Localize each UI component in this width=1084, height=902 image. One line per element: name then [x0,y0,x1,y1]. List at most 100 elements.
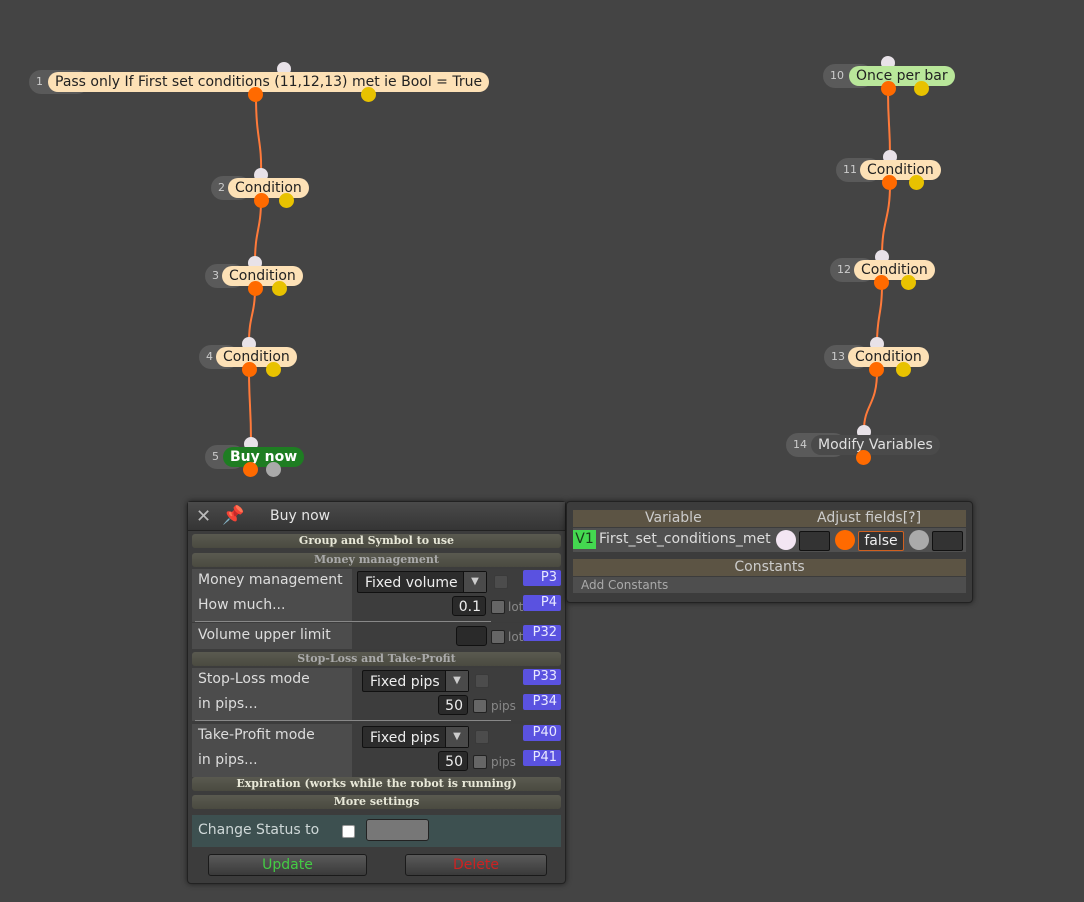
variable-value-field[interactable]: false [858,531,904,551]
wire-12-13 [876,283,883,344]
node-2[interactable]: 2 Condition [211,168,311,208]
stop-loss-mode-select[interactable]: Fixed pips ▼ [362,670,469,692]
node-label: Condition [860,160,941,180]
variable-in-field[interactable] [799,531,830,551]
wire-1-2 [255,95,263,175]
stop-loss-group: Stop-Loss mode Fixed pips ▼ P33 in pips.… [192,668,561,721]
delete-button[interactable]: Delete [405,854,547,876]
wire-11-12 [881,183,891,257]
output-port[interactable] [882,175,897,190]
chevron-down-icon: ▼ [463,572,486,592]
node-5[interactable]: 5 Buy now [205,437,305,477]
alt-output-port[interactable] [266,362,281,377]
column-adjust-fields[interactable]: Adjust fields[?] [817,510,921,527]
output-port[interactable] [242,362,257,377]
section-money-management[interactable]: Money management [192,553,561,567]
variable-alt-port[interactable] [909,530,929,550]
section-group-symbol[interactable]: Group and Symbol to use [192,534,561,548]
chevron-down-icon: ▼ [445,727,468,747]
variable-out-port[interactable] [835,530,855,550]
variable-name[interactable]: First_set_conditions_met [599,530,771,549]
node-label: Pass only If First set conditions (11,12… [48,72,490,92]
node-label: Once per bar [849,66,955,86]
stop-loss-mode-label: Stop-Loss mode [198,671,310,687]
divider [195,720,511,721]
stop-loss-mode-checkbox[interactable] [475,674,489,688]
volume-upper-row: Volume upper limit lots P32 [192,623,561,649]
output-port[interactable] [248,87,263,102]
pin-icon[interactable]: 📌 [222,505,244,526]
close-icon[interactable]: ✕ [196,506,211,527]
output-port[interactable] [874,275,889,290]
sl-pips-input[interactable]: 50 [438,695,468,715]
node-13[interactable]: 13 Condition [824,337,934,377]
variable-row: V1 First_set_conditions_met false [573,528,966,552]
tp-pips-label: in pips... [198,752,258,768]
node-14[interactable]: 14 Modify Variables [786,425,946,465]
tp-pips-checkbox[interactable] [473,755,487,769]
take-profit-mode-checkbox[interactable] [475,730,489,744]
variables-header: Variable Adjust fields[?] [573,510,966,527]
tp-pips-input[interactable]: 50 [438,751,468,771]
node-label: Condition [854,260,935,280]
param-tag: P3 [523,570,561,586]
take-profit-mode-label: Take-Profit mode [198,727,315,743]
wire-10-11 [887,89,891,157]
change-status-input[interactable] [366,819,429,841]
alt-output-port[interactable] [272,281,287,296]
volume-upper-checkbox[interactable] [491,630,505,644]
alt-output-port[interactable] [361,87,376,102]
divider [195,621,491,622]
variable-in-port[interactable] [776,530,796,550]
param-tag: P41 [523,750,561,766]
change-status-checkbox[interactable] [342,825,355,838]
param-tag: P4 [523,595,561,611]
alt-output-port[interactable] [901,275,916,290]
alt-output-port[interactable] [266,462,281,477]
output-port[interactable] [243,462,258,477]
sl-pips-label: in pips... [198,696,258,712]
take-profit-mode-select[interactable]: Fixed pips ▼ [362,726,469,748]
panel-title-bar[interactable]: ✕ 📌 Buy now [188,502,565,531]
unit-label: pips [491,699,516,713]
alt-output-port[interactable] [914,81,929,96]
output-port[interactable] [869,362,884,377]
alt-output-port[interactable] [279,193,294,208]
alt-output-port[interactable] [909,175,924,190]
volume-upper-input[interactable] [456,626,487,646]
node-10[interactable]: 10 Once per bar [823,56,958,96]
money-management-checkbox[interactable] [494,575,508,589]
section-expiration[interactable]: Expiration (works while the robot is run… [192,777,561,791]
wire-4-5 [248,369,252,444]
add-constants-button[interactable]: Add Constants [573,577,966,593]
param-tag: P40 [523,725,561,741]
update-button[interactable]: Update [208,854,367,876]
node-4[interactable]: 4 Condition [199,337,299,377]
node-12[interactable]: 12 Condition [830,250,940,290]
variable-tag: V1 [573,530,596,549]
unit-label: pips [491,755,516,769]
variable-alt-field[interactable] [932,531,963,551]
output-port[interactable] [248,281,263,296]
how-much-checkbox[interactable] [491,600,505,614]
change-status-row: Change Status to [192,815,561,847]
sl-pips-checkbox[interactable] [473,699,487,713]
output-port[interactable] [254,193,269,208]
wire-2-3 [254,199,262,263]
alt-output-port[interactable] [896,362,911,377]
block-properties-panel: ✕ 📌 Buy now Group and Symbol to use Mone… [187,501,566,884]
section-stoploss-takeprofit[interactable]: Stop-Loss and Take-Profit [192,652,561,666]
how-much-input[interactable]: 0.1 [452,596,486,616]
node-label: Condition [216,347,297,367]
panel-title: Buy now [270,508,331,524]
money-management-select[interactable]: Fixed volume ▼ [357,571,487,593]
output-port[interactable] [881,81,896,96]
column-variable: Variable [645,510,702,526]
node-11[interactable]: 11 Condition [836,150,946,190]
chevron-down-icon: ▼ [445,671,468,691]
section-more-settings[interactable]: More settings [192,795,561,809]
output-port[interactable] [856,450,871,465]
node-label: Condition [848,347,929,367]
node-1[interactable]: 1 Pass only If First set conditions (11,… [29,62,490,102]
node-3[interactable]: 3 Condition [205,256,305,296]
